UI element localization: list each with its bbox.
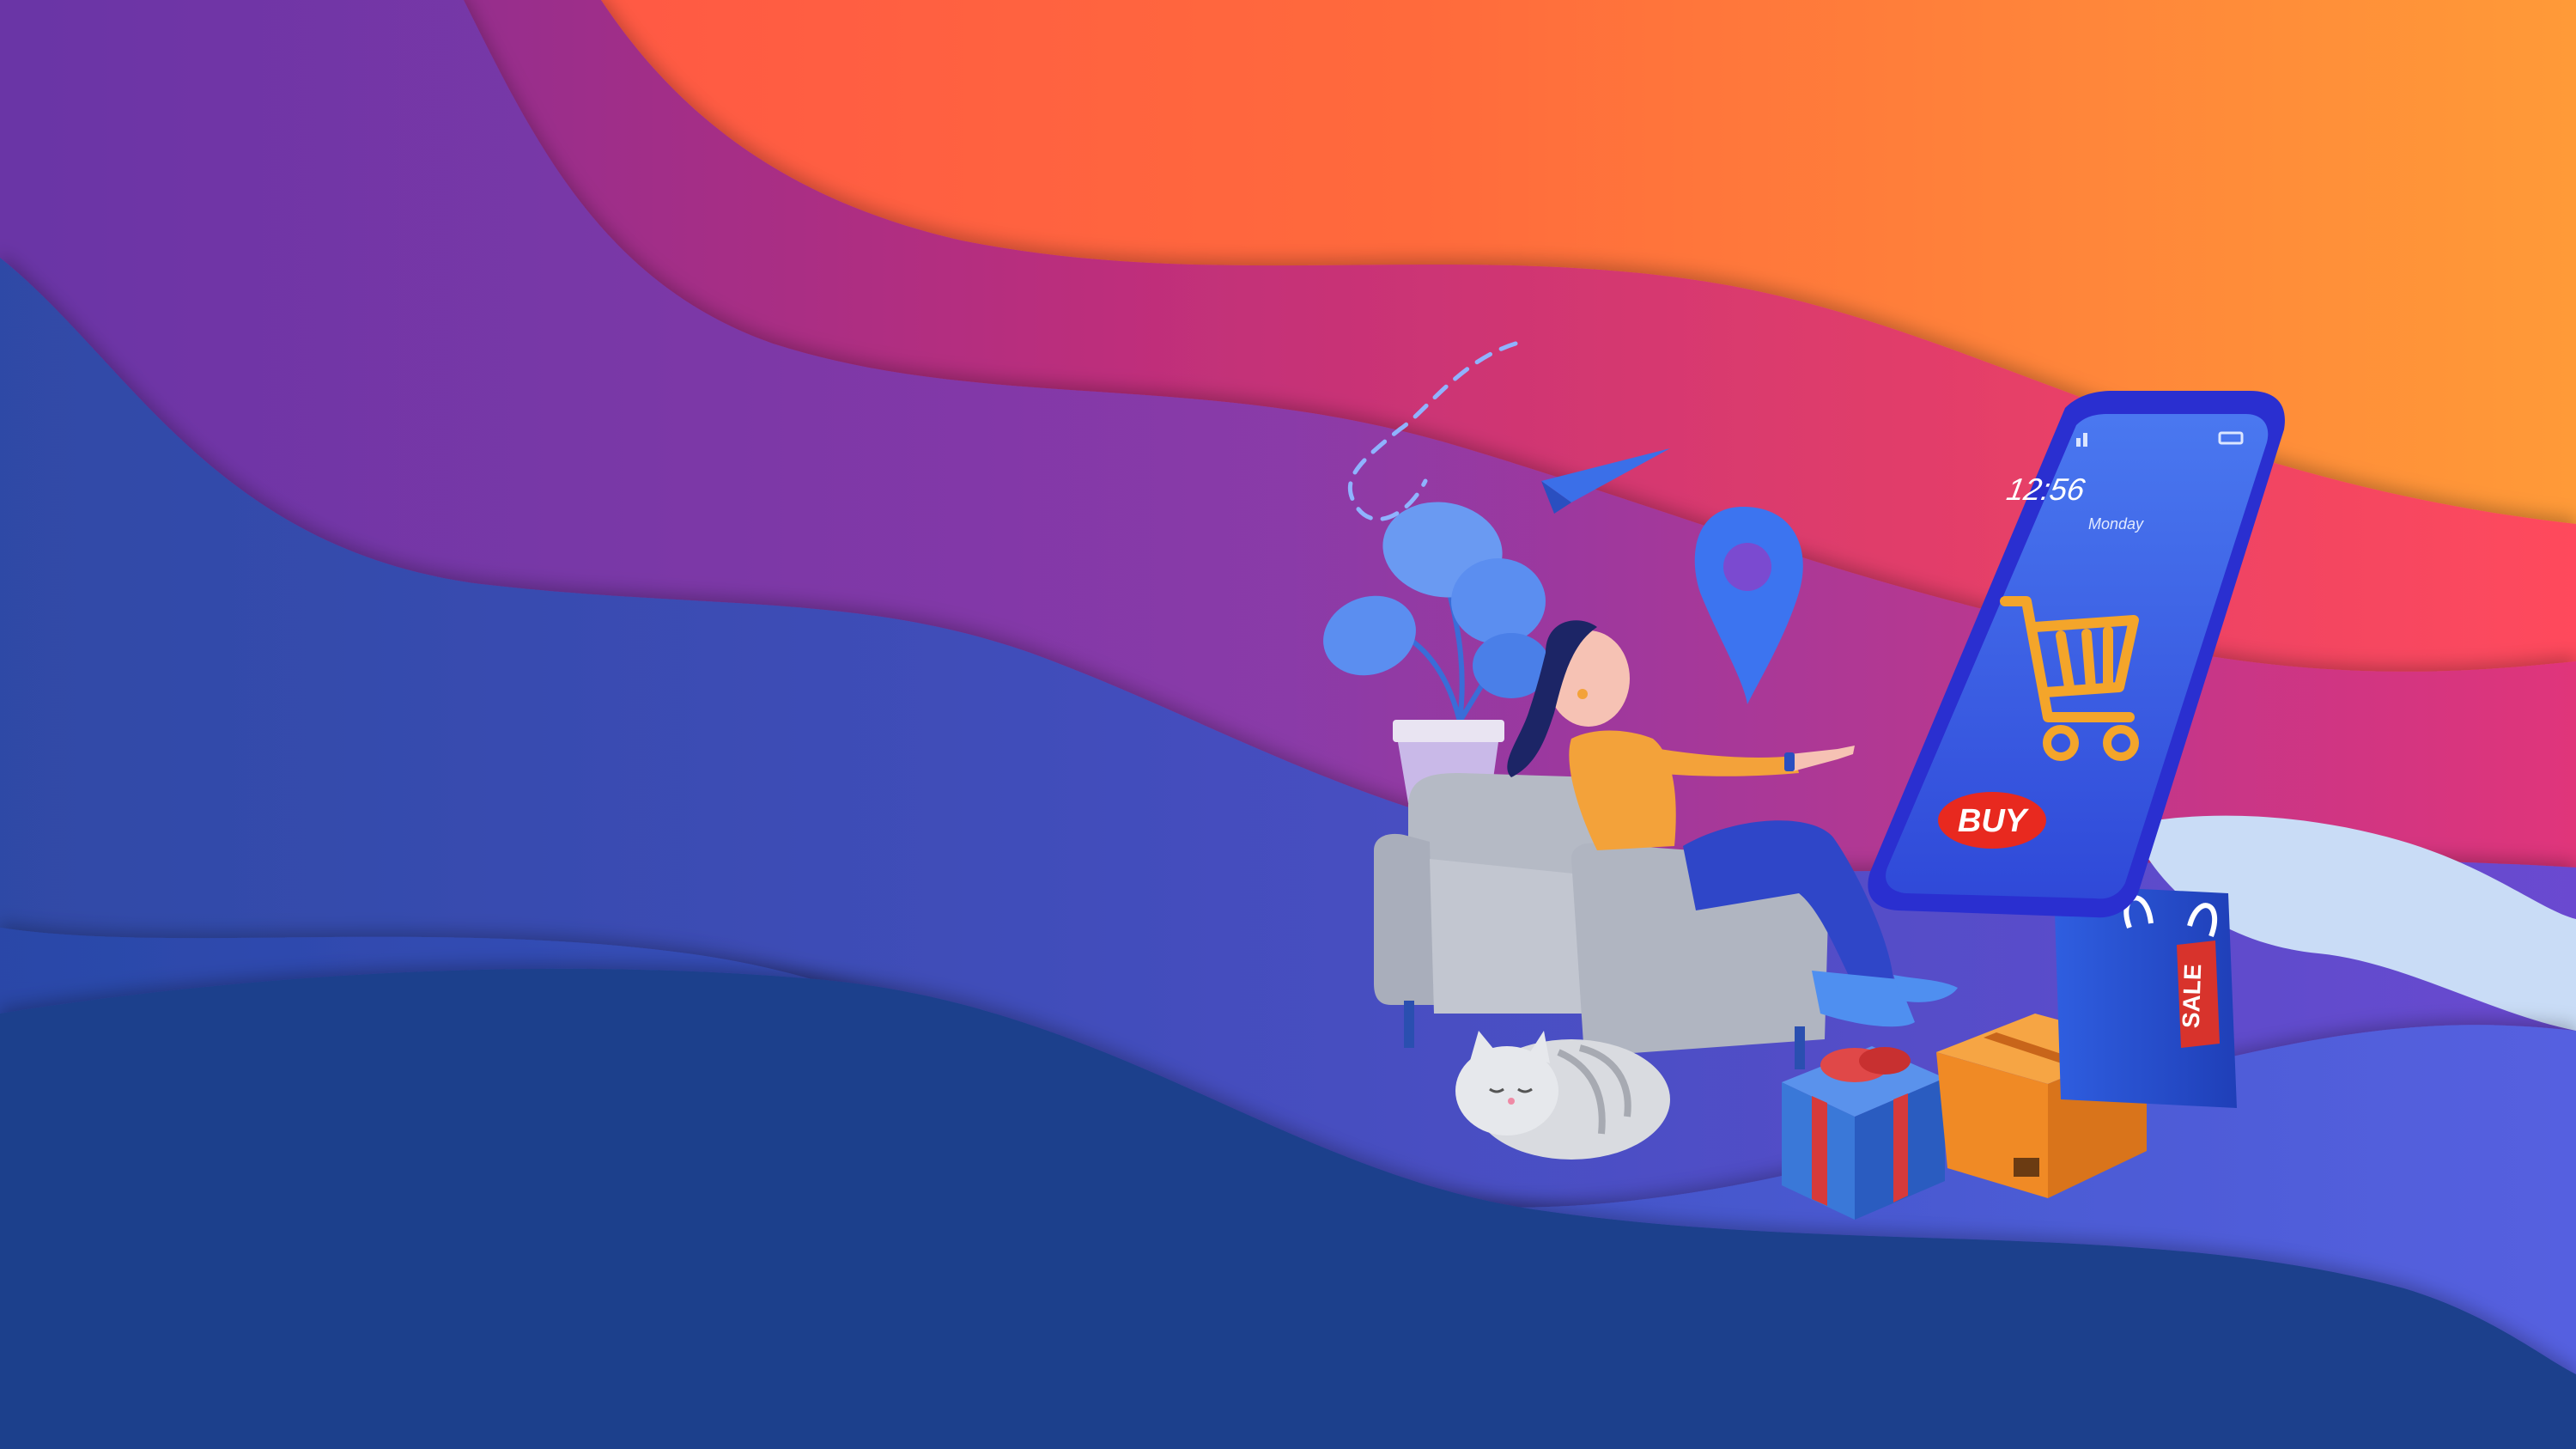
buy-button[interactable]: BUY [1938,792,2046,849]
shopping-bag-icon: SALE [2054,885,2237,1108]
phone-clock-day: Monday [2088,515,2144,533]
phone-clock-time: 12:56 [2004,472,2088,507]
sale-tag-label: SALE [2178,964,2207,1029]
hero-banner: SALE 12:56 Monday BUY [0,0,2576,1449]
online-shopping-illustration: SALE 12:56 Monday BUY [0,0,2576,1449]
buy-button-label: BUY [1958,803,2030,839]
